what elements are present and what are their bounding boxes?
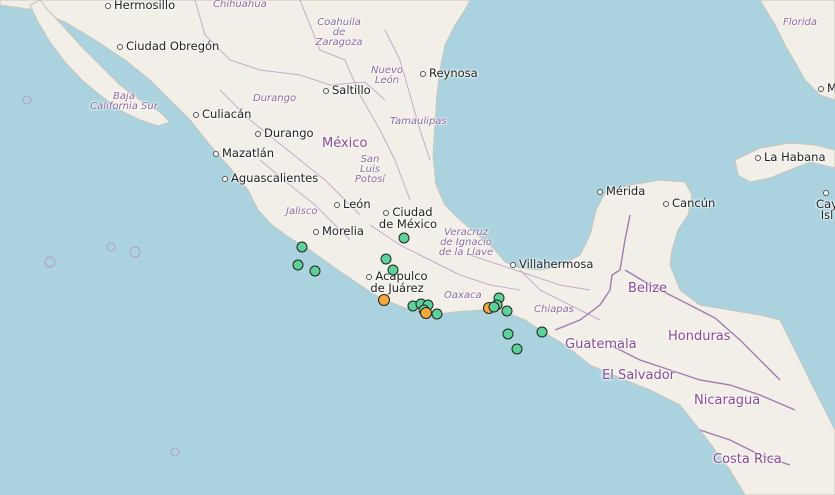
map-label-region: Veracruz de Ignacio de la Llave: [438, 227, 494, 258]
basemap: [0, 0, 835, 495]
map-label-region: Chihuahua: [213, 0, 267, 10]
map-label-city: Ciudad de México: [378, 205, 438, 231]
map-label-city: Mi: [818, 82, 835, 95]
land-mexico: [0, 0, 835, 495]
green-event-marker[interactable]: [501, 305, 513, 317]
map-label-city: Durango: [255, 127, 314, 140]
map-label-country: Belize: [628, 281, 667, 296]
map-label-city: Reynosa: [420, 67, 478, 80]
map-label-region: San Luis Potosí: [354, 154, 386, 185]
map-label-region: Tamaulipas: [390, 116, 447, 127]
green-event-marker[interactable]: [431, 308, 443, 320]
green-event-marker[interactable]: [398, 232, 410, 244]
green-event-marker[interactable]: [296, 241, 308, 253]
map-label-region: Durango: [253, 93, 297, 104]
green-event-marker[interactable]: [387, 264, 399, 276]
map-label-region: Coahuila de Zaragoza: [315, 17, 363, 48]
green-event-marker[interactable]: [309, 265, 321, 277]
map-label-city: Cancún: [663, 197, 715, 210]
map-label-country: Guatemala: [565, 337, 637, 352]
orange-event-marker[interactable]: [420, 307, 432, 319]
map-label-city: Mérida: [597, 185, 645, 198]
map-label-city: Culiacán: [193, 108, 251, 121]
map-label-city: Cay Isl: [816, 187, 835, 222]
map-label-city: La Habana: [755, 151, 826, 164]
green-event-marker[interactable]: [502, 328, 514, 340]
map-label-country: El Salvador: [602, 368, 675, 383]
green-event-marker[interactable]: [292, 259, 304, 271]
green-event-marker[interactable]: [536, 326, 548, 338]
map-label-country: Costa Rica: [713, 452, 782, 467]
map-label-country: Honduras: [668, 329, 731, 344]
map-label-city: León: [334, 198, 371, 211]
map-label-city: Morelia: [313, 225, 364, 238]
map-view[interactable]: Hermosillo Chihuahua Ciudad Obregón Coahuil…: [0, 0, 835, 495]
map-label-country: Nicaragua: [694, 393, 761, 408]
map-label-city: Ciudad Obregón: [117, 40, 219, 53]
map-label-region: Jalisco: [286, 206, 318, 217]
map-label-region: Chiapas: [534, 304, 574, 315]
map-label-region: Baja California Sur: [90, 91, 158, 112]
green-event-marker[interactable]: [380, 253, 392, 265]
map-label-city: Mazatlán: [213, 147, 274, 160]
map-label-region: Nuevo León: [370, 65, 403, 86]
map-label-city: Villahermosa: [510, 258, 593, 271]
map-label-region: Oaxaca: [444, 290, 482, 301]
map-label-city: Saltillo: [323, 84, 371, 97]
map-label-city: Acapulco de Juárez: [363, 270, 431, 294]
map-label-city: Hermosillo: [105, 0, 175, 12]
map-label-city: Aguascalientes: [222, 172, 318, 185]
green-event-marker[interactable]: [511, 343, 523, 355]
green-event-marker[interactable]: [488, 301, 500, 313]
map-label-region: Florida: [783, 17, 818, 28]
orange-event-marker[interactable]: [378, 294, 390, 306]
map-label-country: México: [322, 136, 368, 151]
